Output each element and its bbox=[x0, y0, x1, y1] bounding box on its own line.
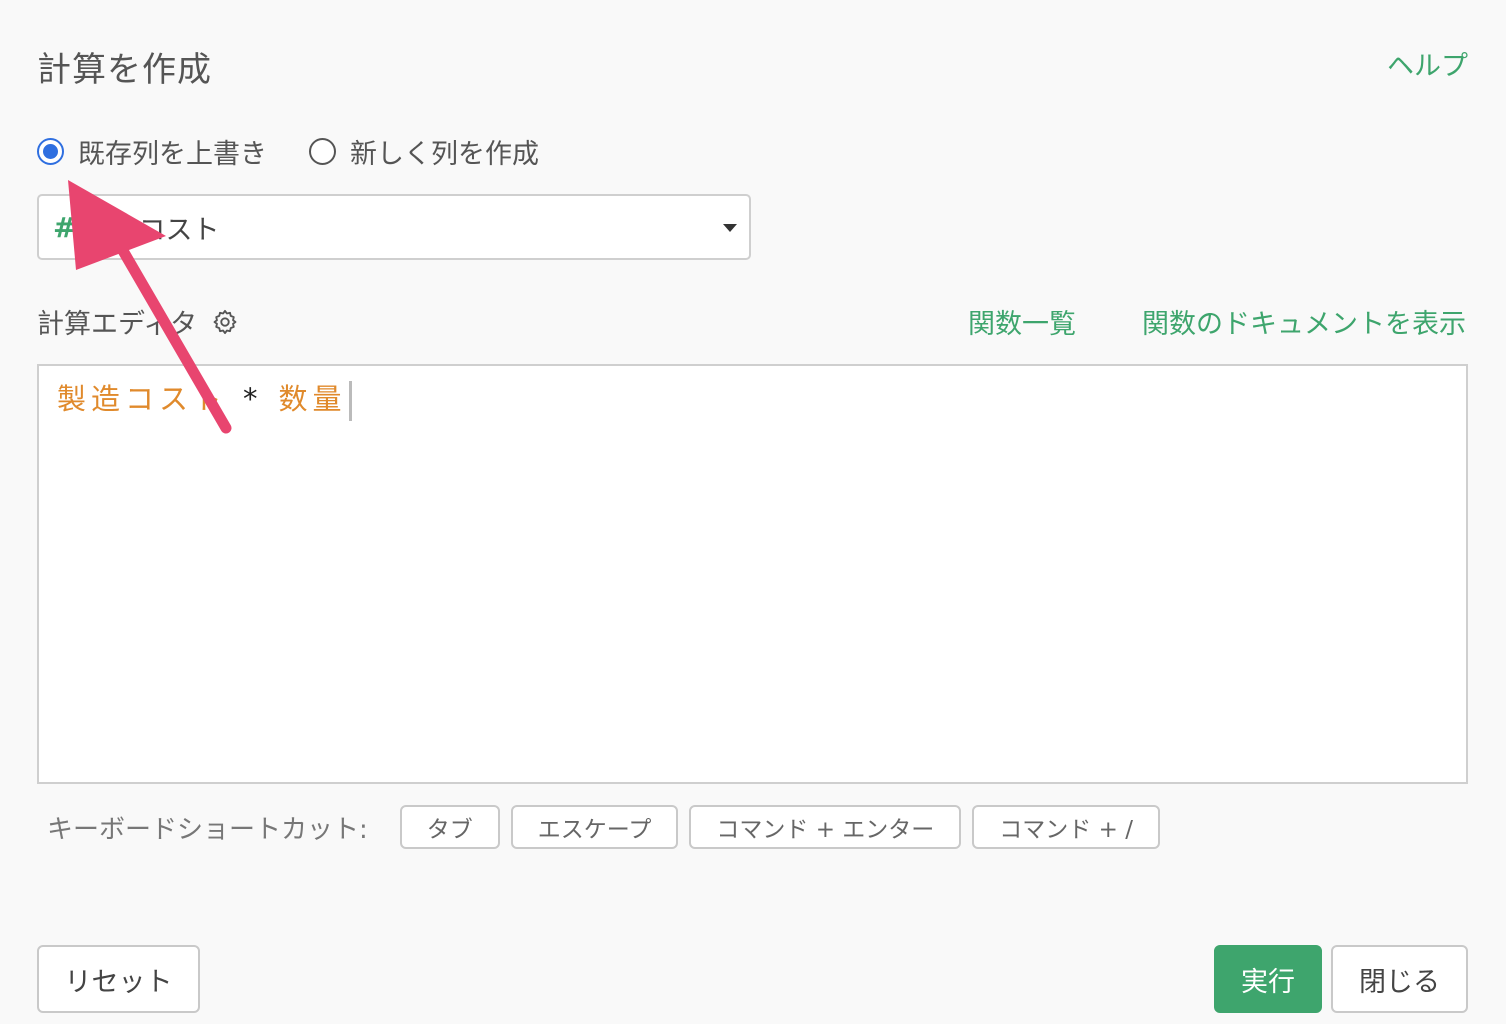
reset-button[interactable]: リセット bbox=[37, 945, 200, 1013]
overwrite-existing-radio[interactable]: 既存列を上書き bbox=[37, 132, 267, 171]
numeric-type-icon: # bbox=[53, 210, 77, 244]
shortcut-key-escape[interactable]: エスケープ bbox=[510, 805, 679, 849]
shortcut-key-cmd-slash[interactable]: コマンド + / bbox=[972, 805, 1160, 849]
shortcut-key-cmd-enter[interactable]: コマンド + エンター bbox=[689, 805, 962, 849]
help-link[interactable]: ヘルプ bbox=[1387, 44, 1468, 83]
editor-label: 計算エディタ bbox=[37, 309, 198, 340]
column-select-value: 製造コスト bbox=[84, 214, 220, 246]
close-button[interactable]: 閉じる bbox=[1331, 945, 1468, 1013]
editor-header: 計算エディタ bbox=[37, 302, 239, 341]
gear-icon[interactable] bbox=[211, 308, 239, 336]
create-new-column-radio[interactable]: 新しく列を作成 bbox=[309, 132, 539, 171]
function-docs-link[interactable]: 関数のドキュメントを表示 bbox=[1142, 302, 1466, 341]
text-cursor bbox=[348, 381, 352, 421]
dialog-title: 計算を作成 bbox=[37, 50, 212, 90]
column-token: 数量 bbox=[278, 382, 347, 416]
radio-checked-icon[interactable] bbox=[37, 138, 64, 165]
radio-unchecked-icon[interactable] bbox=[309, 138, 336, 165]
column-select[interactable]: # 製造コスト bbox=[37, 194, 751, 260]
caret-down-icon[interactable] bbox=[723, 224, 737, 232]
create-new-column-label: 新しく列を作成 bbox=[350, 139, 539, 170]
shortcuts-label: キーボードショートカット: bbox=[47, 814, 368, 845]
formula-editor[interactable]: 製造コスト * 数量 bbox=[37, 364, 1468, 784]
column-token: 製造コスト bbox=[57, 382, 228, 416]
shortcut-key-tab[interactable]: タブ bbox=[399, 805, 500, 849]
keyboard-shortcuts: キーボードショートカット: タブ エスケープ コマンド + エンター コマンド … bbox=[47, 805, 1171, 849]
run-button[interactable]: 実行 bbox=[1214, 945, 1322, 1013]
mode-radio-group: 既存列を上書き 新しく列を作成 bbox=[37, 132, 581, 171]
function-list-link[interactable]: 関数一覧 bbox=[968, 302, 1076, 341]
operator-token: * bbox=[243, 382, 263, 416]
overwrite-existing-label: 既存列を上書き bbox=[78, 139, 267, 170]
